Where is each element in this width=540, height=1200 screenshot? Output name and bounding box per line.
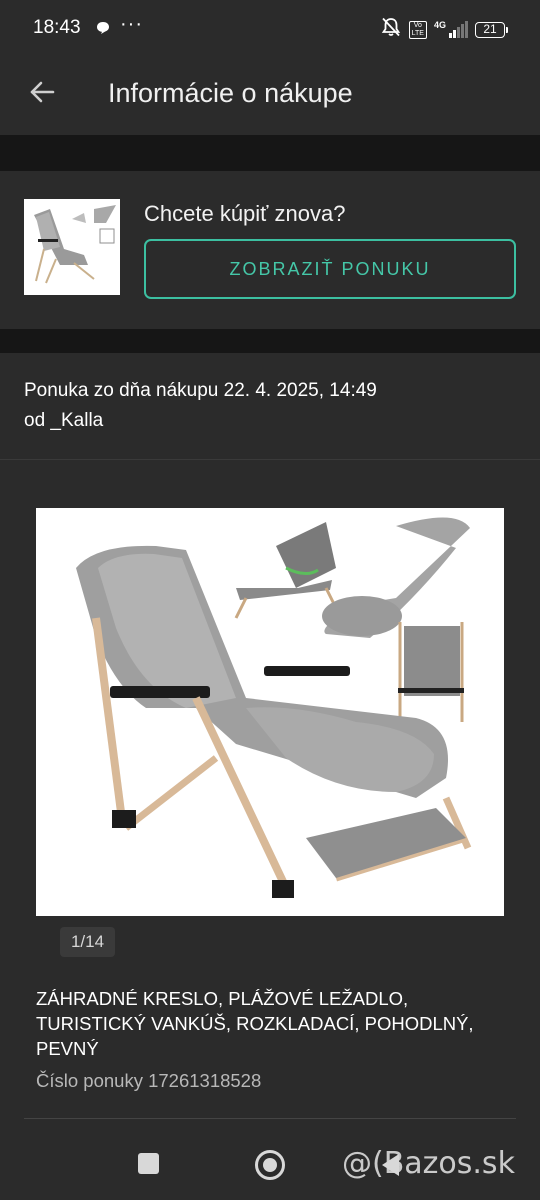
offer-date-prefix: Ponuka zo dňa nákupu <box>24 380 219 401</box>
offer-date-value: 22. 4. 2025, 14:49 <box>218 380 377 401</box>
image-counter: 1/14 <box>60 927 115 957</box>
status-more-dots: ··· <box>120 13 143 35</box>
mute-icon <box>380 17 402 42</box>
home-button[interactable] <box>255 1150 285 1180</box>
offer-date-line: Ponuka zo dňa nákupu 22. 4. 2025, 14:49 <box>24 380 377 402</box>
network-type: 4G <box>433 20 446 30</box>
chat-bubble-icon <box>96 21 110 40</box>
battery-level: 21 <box>475 21 505 38</box>
battery-icon: 21 <box>475 21 508 38</box>
signal-icon: 4G <box>434 21 468 38</box>
app-bar: Informácie o nákupe <box>0 58 540 135</box>
rebuy-card: Chcete kúpiť znova? ZOBRAZIŤ PONUKU <box>0 171 540 329</box>
status-icons: Vo LTE 4G 21 <box>380 17 508 42</box>
bazos-watermark: @(Bazos.sk <box>342 1146 515 1181</box>
product-thumbnail[interactable] <box>24 199 120 295</box>
status-bar: 18:43 ··· Vo LTE 4G 21 <box>0 0 540 58</box>
product-title: ZÁHRADNÉ KRESLO, PLÁŽOVÉ LEŽADLO, TURIST… <box>36 988 474 1059</box>
volte-indicator: Vo LTE <box>408 20 427 39</box>
offer-card: Ponuka zo dňa nákupu 22. 4. 2025, 14:49 … <box>0 353 540 1133</box>
product-image[interactable] <box>36 508 504 916</box>
divider <box>0 459 540 460</box>
back-button[interactable] <box>24 76 60 112</box>
status-time: 18:43 <box>33 17 81 38</box>
divider <box>24 1118 516 1119</box>
seller-name[interactable]: od _Kalla <box>24 410 103 432</box>
page-title: Informácie o nákupe <box>108 78 353 108</box>
system-nav-bar: @(Bazos.sk <box>0 1133 540 1200</box>
arrow-left-icon <box>28 78 56 111</box>
offer-number: Číslo ponuky 17261318528 <box>36 1070 262 1091</box>
recent-apps-button[interactable] <box>138 1153 159 1174</box>
show-offer-button[interactable]: ZOBRAZIŤ PONUKU <box>144 239 516 299</box>
nav-back-button[interactable] <box>382 1154 399 1176</box>
rebuy-question: Chcete kúpiť znova? <box>144 201 346 226</box>
